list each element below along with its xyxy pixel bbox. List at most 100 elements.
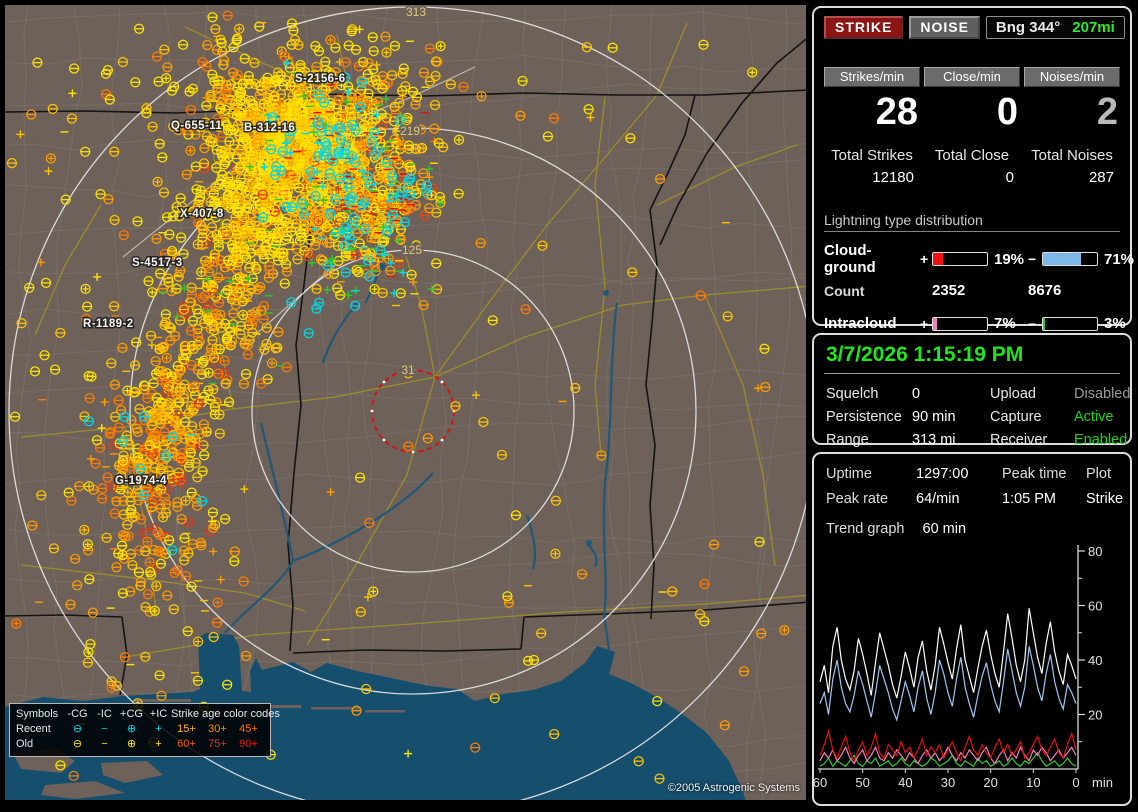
squelch-value: 0	[912, 386, 990, 402]
svg-text:40: 40	[898, 775, 912, 790]
ic-neg-bar	[1042, 317, 1098, 331]
legend-col-ic-neg: -IC	[92, 707, 117, 722]
strikes-per-min-value: 28	[824, 93, 920, 131]
svg-text:S-4517-3: S-4517-3	[132, 257, 183, 269]
svg-text:60: 60	[1088, 599, 1102, 614]
close-per-min-column: Close/min 0 Total Close 0	[924, 67, 1020, 186]
ic-pos-recent-icon: +	[146, 722, 171, 737]
trend-graph-window: 60 min	[923, 521, 967, 537]
close-per-min-badge: Close/min	[924, 67, 1020, 87]
strike-button[interactable]: STRIKE	[824, 16, 903, 39]
trend-graph: 204060806050403020100min	[814, 537, 1136, 802]
range-label: Range	[826, 432, 912, 448]
close-per-min-value: 0	[924, 93, 1020, 131]
receiver-status: Enabled	[1074, 432, 1138, 448]
cg-pos-pct: 19%	[990, 251, 1028, 268]
cg-pos-bar-fill	[933, 253, 943, 265]
bearing-value: Bng 344°	[996, 19, 1060, 36]
lightning-map[interactable]: 31125219313S-2156-6Q-655-11B-312-16X-407…	[5, 5, 806, 800]
minus-sign: −	[1028, 251, 1042, 267]
trend-graph-label: Trend graph	[826, 521, 904, 537]
trend-box: Uptime 1297:00 Peak time Plot Peak rate …	[812, 452, 1132, 806]
bearing-display: Bng 344° 207mi	[986, 16, 1125, 39]
cloud-ground-label: Cloud-ground	[824, 242, 920, 276]
cg-neg-bar	[1042, 252, 1098, 266]
cg-pos-count: 2352	[932, 282, 1028, 299]
capture-status: Active	[1074, 409, 1138, 425]
noise-button[interactable]: NOISE	[909, 16, 980, 39]
cloud-ground-count-row: Count 2352 8676	[824, 282, 1120, 299]
svg-text:50: 50	[855, 775, 869, 790]
range-value: 313 mi	[912, 432, 990, 448]
age-90: 90+	[233, 737, 264, 752]
cg-neg-count: 8676	[1028, 282, 1100, 299]
intracloud-row: Intracloud + 7% − 3%	[824, 315, 1120, 332]
bearing-distance: 207mi	[1072, 19, 1115, 36]
ic-pos-old-icon: +	[146, 737, 171, 752]
noises-per-min-column: Noises/min 2 Total Noises 287	[1024, 67, 1120, 186]
svg-text:S-2156-6: S-2156-6	[295, 73, 346, 85]
total-close-label: Total Close	[924, 147, 1020, 164]
plot-label: Plot	[1086, 466, 1138, 482]
distribution-header: Lightning type distribution	[824, 212, 1120, 232]
legend-symbols-header: Symbols	[16, 707, 63, 722]
cg-pos-recent-icon: ⊕	[117, 722, 146, 737]
cg-pos-old-icon: ⊕	[117, 737, 146, 752]
counters-box: STRIKE NOISE Bng 344° 207mi Strikes/min …	[812, 6, 1132, 326]
legend-col-cg-pos: +CG	[117, 707, 146, 722]
capture-label: Capture	[990, 409, 1074, 425]
plus-sign: +	[920, 251, 932, 267]
total-strikes-label: Total Strikes	[824, 147, 920, 164]
strikes-per-min-column: Strikes/min 28 Total Strikes 12180	[824, 67, 920, 186]
total-noises-value: 287	[1024, 169, 1120, 186]
total-strikes-value: 12180	[824, 169, 920, 186]
status-panel: STRIKE NOISE Bng 344° 207mi Strikes/min …	[810, 0, 1138, 812]
persistence-label: Persistence	[826, 409, 912, 425]
legend-col-ic-pos: +IC	[146, 707, 171, 722]
svg-text:B-312-16: B-312-16	[244, 122, 295, 134]
age-45: 45+	[233, 722, 264, 737]
persistence-value: 90 min	[912, 409, 990, 425]
cg-neg-old-icon: ⊖	[63, 737, 92, 752]
receiver-label: Receiver	[990, 432, 1074, 448]
age-30: 30+	[202, 722, 233, 737]
map-canvas[interactable]: 31125219313S-2156-6Q-655-11B-312-16X-407…	[5, 5, 806, 800]
peak-rate-label: Peak rate	[826, 491, 916, 507]
svg-text:40: 40	[1088, 653, 1102, 668]
cg-neg-bar-fill	[1043, 253, 1081, 265]
strikes-per-min-badge: Strikes/min	[824, 67, 920, 87]
legend-age-header: Strike age color codes	[171, 707, 264, 722]
age-15: 15+	[171, 722, 202, 737]
upload-label: Upload	[990, 386, 1074, 402]
age-60: 60+	[171, 737, 202, 752]
peak-rate-value: 64/min	[916, 491, 1002, 507]
age-75: 75+	[202, 737, 233, 752]
svg-text:60: 60	[814, 775, 827, 790]
ic-neg-recent-icon: −	[92, 722, 117, 737]
noises-per-min-badge: Noises/min	[1024, 67, 1120, 87]
svg-text:Q-655-11: Q-655-11	[171, 120, 222, 132]
peak-time-label: Peak time	[1002, 466, 1086, 482]
ic-pos-pct: 7%	[990, 315, 1028, 332]
count-label: Count	[824, 283, 920, 299]
svg-text:219: 219	[400, 124, 420, 138]
svg-text:313: 313	[406, 5, 426, 19]
svg-text:G-1974-4: G-1974-4	[115, 475, 167, 487]
cg-neg-pct: 71%	[1100, 251, 1136, 268]
ic-pos-bar-fill	[933, 318, 937, 330]
legend-col-cg-neg: -CG	[63, 707, 92, 722]
squelch-label: Squelch	[826, 386, 912, 402]
ic-neg-old-icon: −	[92, 737, 117, 752]
map-legend: Symbols -CG -IC +CG +IC Strike age color…	[9, 703, 271, 757]
svg-text:30: 30	[941, 775, 955, 790]
svg-text:0: 0	[1072, 775, 1079, 790]
cg-neg-recent-icon: ⊖	[63, 722, 92, 737]
peak-time-value: 1:05 PM	[1002, 491, 1086, 507]
uptime-value: 1297:00	[916, 466, 1002, 482]
legend-row-recent-label: Recent	[16, 722, 63, 737]
cg-pos-bar	[932, 252, 988, 266]
ic-neg-bar-fill	[1043, 318, 1045, 330]
svg-text:min: min	[1092, 775, 1113, 790]
total-noises-label: Total Noises	[1024, 147, 1120, 164]
status-box: 3/7/2026 1:15:19 PM Squelch 0 Upload Dis…	[812, 333, 1132, 445]
